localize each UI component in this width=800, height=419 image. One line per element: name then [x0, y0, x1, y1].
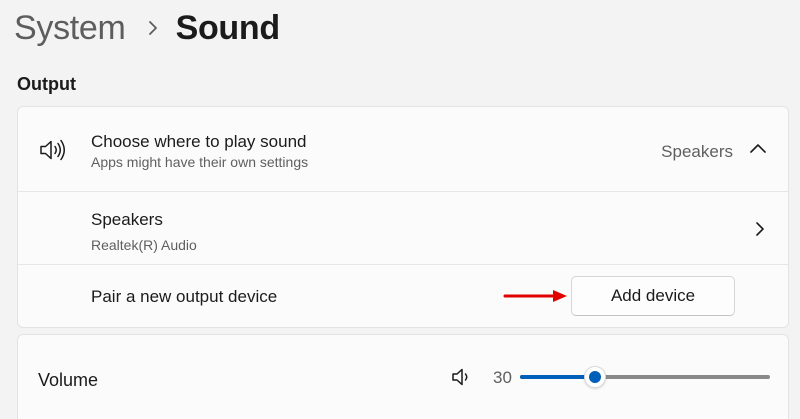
- red-arrow-icon: [503, 288, 569, 304]
- breadcrumb: System Sound: [14, 6, 280, 50]
- breadcrumb-chevron-icon: [148, 20, 158, 36]
- choose-output-row[interactable]: Choose where to play sound Apps might ha…: [18, 107, 788, 191]
- speakers-device-row[interactable]: Speakers Realtek(R) Audio: [18, 191, 788, 264]
- choose-output-title: Choose where to play sound: [91, 132, 307, 151]
- volume-slider[interactable]: [520, 365, 770, 389]
- selected-output-device: Speakers: [661, 142, 733, 161]
- choose-output-subtitle: Apps might have their own settings: [91, 154, 309, 170]
- page-title: Sound: [175, 8, 281, 47]
- volume-card: Volume 30: [17, 334, 789, 419]
- device-name: Speakers: [91, 210, 163, 229]
- breadcrumb-system-link[interactable]: System: [14, 9, 126, 48]
- output-card: Choose where to play sound Apps might ha…: [17, 106, 789, 328]
- chevron-up-icon[interactable]: [748, 141, 768, 157]
- chevron-right-icon[interactable]: [752, 220, 768, 238]
- pair-device-row: Pair a new output device Add device: [18, 264, 788, 328]
- add-device-button[interactable]: Add device: [571, 276, 735, 316]
- output-section-title: Output: [17, 74, 76, 94]
- device-driver: Realtek(R) Audio: [91, 237, 197, 253]
- volume-label: Volume: [38, 370, 99, 390]
- volume-slider-thumb[interactable]: [584, 366, 606, 388]
- pair-device-label: Pair a new output device: [91, 287, 278, 306]
- volume-value: 30: [493, 368, 512, 387]
- volume-icon[interactable]: [450, 366, 472, 388]
- speaker-icon: [38, 139, 68, 161]
